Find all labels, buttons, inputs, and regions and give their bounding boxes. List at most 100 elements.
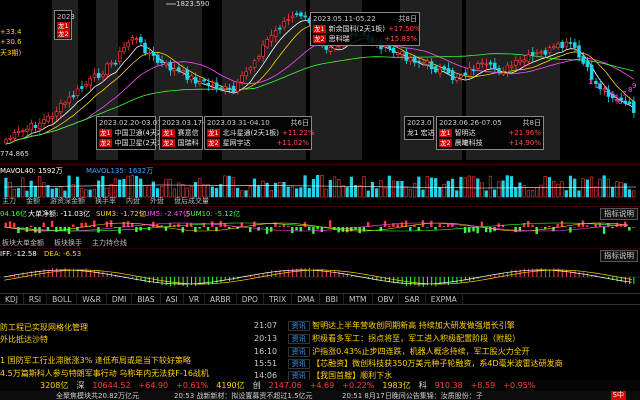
candle-body (25, 128, 29, 132)
money-flow-bar (80, 222, 83, 227)
indicator-tab-boll[interactable]: BOLL (47, 294, 78, 304)
indicator-tab-bbi[interactable]: BBI (320, 294, 344, 304)
indicator-tab-expma[interactable]: EXPMA (426, 294, 463, 304)
candle-body (105, 63, 109, 75)
annotation-box-1[interactable]: 2023 龙1 龙2 (54, 10, 75, 40)
indicator-tab-rsi[interactable]: RSI (24, 294, 48, 304)
volume-bar (139, 178, 143, 198)
candle-body (446, 68, 451, 74)
vol-btn-afterhours[interactable]: 盘后成交量 (172, 196, 211, 206)
right-news-item[interactable]: 16:10 资讯 沪指涨0.43%止步四连跌，机器人概念持续，军工股火力全开 (254, 346, 530, 358)
money-flow-bar (434, 227, 437, 230)
candle-body (113, 62, 118, 65)
annotation-box-6[interactable]: 2023.06.26-07.05 共8日 龙1 智明达 +21.96% 龙2 晨曦科技 +… (436, 116, 544, 150)
volume-bar (8, 182, 12, 198)
stock-gain: +21.96% (508, 129, 541, 137)
left-news-item[interactable]: 外比抵达沙特 (0, 334, 48, 346)
candle-body (29, 123, 34, 131)
money-flow-bar (619, 226, 623, 227)
volume-bar (573, 178, 577, 198)
money-flow-bar (4, 222, 8, 227)
indicator-tab-dpo[interactable]: DPO (237, 294, 264, 304)
volume-bar (345, 187, 349, 198)
vol-btn-hotmoney[interactable]: 游资深金额 (48, 196, 87, 206)
left-news-item[interactable]: 1 国防军工行业滞胀涨3% 逢低布局或是当下较好策略 (0, 355, 191, 367)
news-source-tag: 资讯 (287, 334, 310, 344)
vol-btn-main[interactable]: 主力 (0, 196, 18, 206)
candle-body (198, 81, 202, 84)
right-news-item[interactable]: 21:07 资讯 智明达上半年营收创同期新高 持续加大研发做强增长引擎 (254, 320, 515, 332)
leader-tag: 龙1 (57, 22, 70, 30)
candle-body (46, 115, 50, 122)
vol-btn-turnover[interactable]: 换手率 (93, 196, 118, 206)
ticker-market-cy[interactable]: 创 (253, 380, 261, 391)
candle-body (231, 85, 236, 92)
volume-bar (602, 175, 606, 198)
vol-btn-inner[interactable]: 内盘 (124, 196, 142, 206)
candle-body (387, 45, 392, 49)
ticker-market-kc[interactable]: 科 (419, 380, 427, 391)
volume-bar (467, 175, 471, 198)
stock-name: 智明达 (454, 129, 476, 137)
indicator-tab-dmi[interactable]: DMI (107, 294, 133, 304)
annotation-box-4[interactable]: 2023.03.31-04.10 共6日 龙1 北斗星通(2天1板) +11.22% … (204, 116, 315, 150)
money-flow-bar (286, 225, 290, 227)
candle-body (206, 82, 211, 86)
volume-bar (568, 175, 573, 198)
candle-body (278, 27, 282, 30)
annotation-box-3[interactable]: 2023.03.17-0 龙1 赛意信 龙2 国瑞科 (159, 116, 209, 150)
left-news-item[interactable]: 防工程已实现网格化管理 (0, 322, 88, 334)
money-flow-bar (522, 222, 526, 227)
ticker-market-sz[interactable]: 深 (76, 380, 84, 391)
annotation-box-2[interactable]: 2023.02.20-03.07 龙1 中国卫通(4天2板) 龙2 中国卫星(2天1… (96, 116, 171, 150)
status-text-c[interactable]: 20:51 8月17日晚间公告集锦：汝质股份：子 (342, 391, 483, 400)
candle-body (459, 74, 463, 78)
volume-bar (358, 185, 362, 198)
stock-name: 新余国科(2天1板) (328, 25, 386, 33)
indicator-tab-bias[interactable]: BIAS (132, 294, 161, 304)
volume-bar (627, 189, 632, 198)
flow-btn-main-position[interactable]: 主力持仓线 (90, 238, 129, 248)
volume-bar (164, 179, 168, 198)
candle-body (252, 60, 257, 68)
candle-body (484, 63, 489, 66)
right-news-item[interactable]: 15:51 资讯 【芯融资】微创科技获350万美元种子轮融资，系4D毫米波雷达研… (254, 358, 563, 370)
volume-bar (396, 181, 400, 198)
volume-bar (425, 175, 429, 198)
annotation-range: 2023.03.31-04.10 (207, 119, 270, 127)
volume-bar (459, 176, 463, 198)
candle-body (400, 51, 404, 55)
indicator-tab-asi[interactable]: ASI (161, 294, 184, 304)
annotation-box-5[interactable]: 2023.05.11-05.22 共8日 龙1 新余国科(2天1板) +17.50% … (310, 12, 421, 46)
indicator-tab-vr[interactable]: VR (184, 294, 206, 304)
status-text-b[interactable]: 20:53 战新新材：拟设置募资不超过1.5亿元 (174, 391, 313, 400)
candle-body (33, 125, 38, 128)
candle-body (543, 50, 548, 55)
flow-btn-sector-amount[interactable]: 板块大单金额 (0, 238, 46, 248)
candle-body (126, 42, 130, 48)
volume-bar (193, 182, 198, 198)
indicator-tab-arbr[interactable]: ARBR (205, 294, 237, 304)
indicator-tab-obv[interactable]: OBV (373, 294, 400, 304)
news-time: 21:07 (254, 321, 278, 330)
left-news-item[interactable]: 4.5万篇斯科人参与特朗军事行动 乌称年内无法获F-16战机 (0, 368, 209, 380)
volume-bar (122, 178, 126, 198)
indicator-tab-trix[interactable]: TRIX (264, 294, 293, 304)
vol-btn-amount[interactable]: 金额 (24, 196, 42, 206)
status-text-a[interactable]: 全聚焦模块共20.82万亿元 (56, 391, 139, 400)
right-news-item[interactable]: 20:13 资讯 积极看多军工：拐点将至，军工进入积极配置阶段（附股） (254, 333, 520, 345)
indicator-tab-dma[interactable]: DMA (292, 294, 321, 304)
indicator-tab-sar[interactable]: SAR (399, 294, 426, 304)
money-flow-bar (598, 222, 602, 227)
flow-btn-sector-turnover[interactable]: 板块换手 (52, 238, 84, 248)
volume-bar (236, 187, 240, 198)
indicator-tab-wr[interactable]: W&R (77, 294, 107, 304)
vol-btn-outer[interactable]: 外盘 (148, 196, 166, 206)
indicator-tab-kdj[interactable]: KDJ (0, 294, 24, 304)
volume-bar (101, 175, 105, 198)
indicator-tab-mtm[interactable]: MTM (344, 294, 373, 304)
volume-bar (113, 178, 118, 198)
volume-bar (400, 180, 404, 198)
news-source-tag: 资讯 (287, 359, 310, 369)
candle-body (265, 39, 269, 48)
